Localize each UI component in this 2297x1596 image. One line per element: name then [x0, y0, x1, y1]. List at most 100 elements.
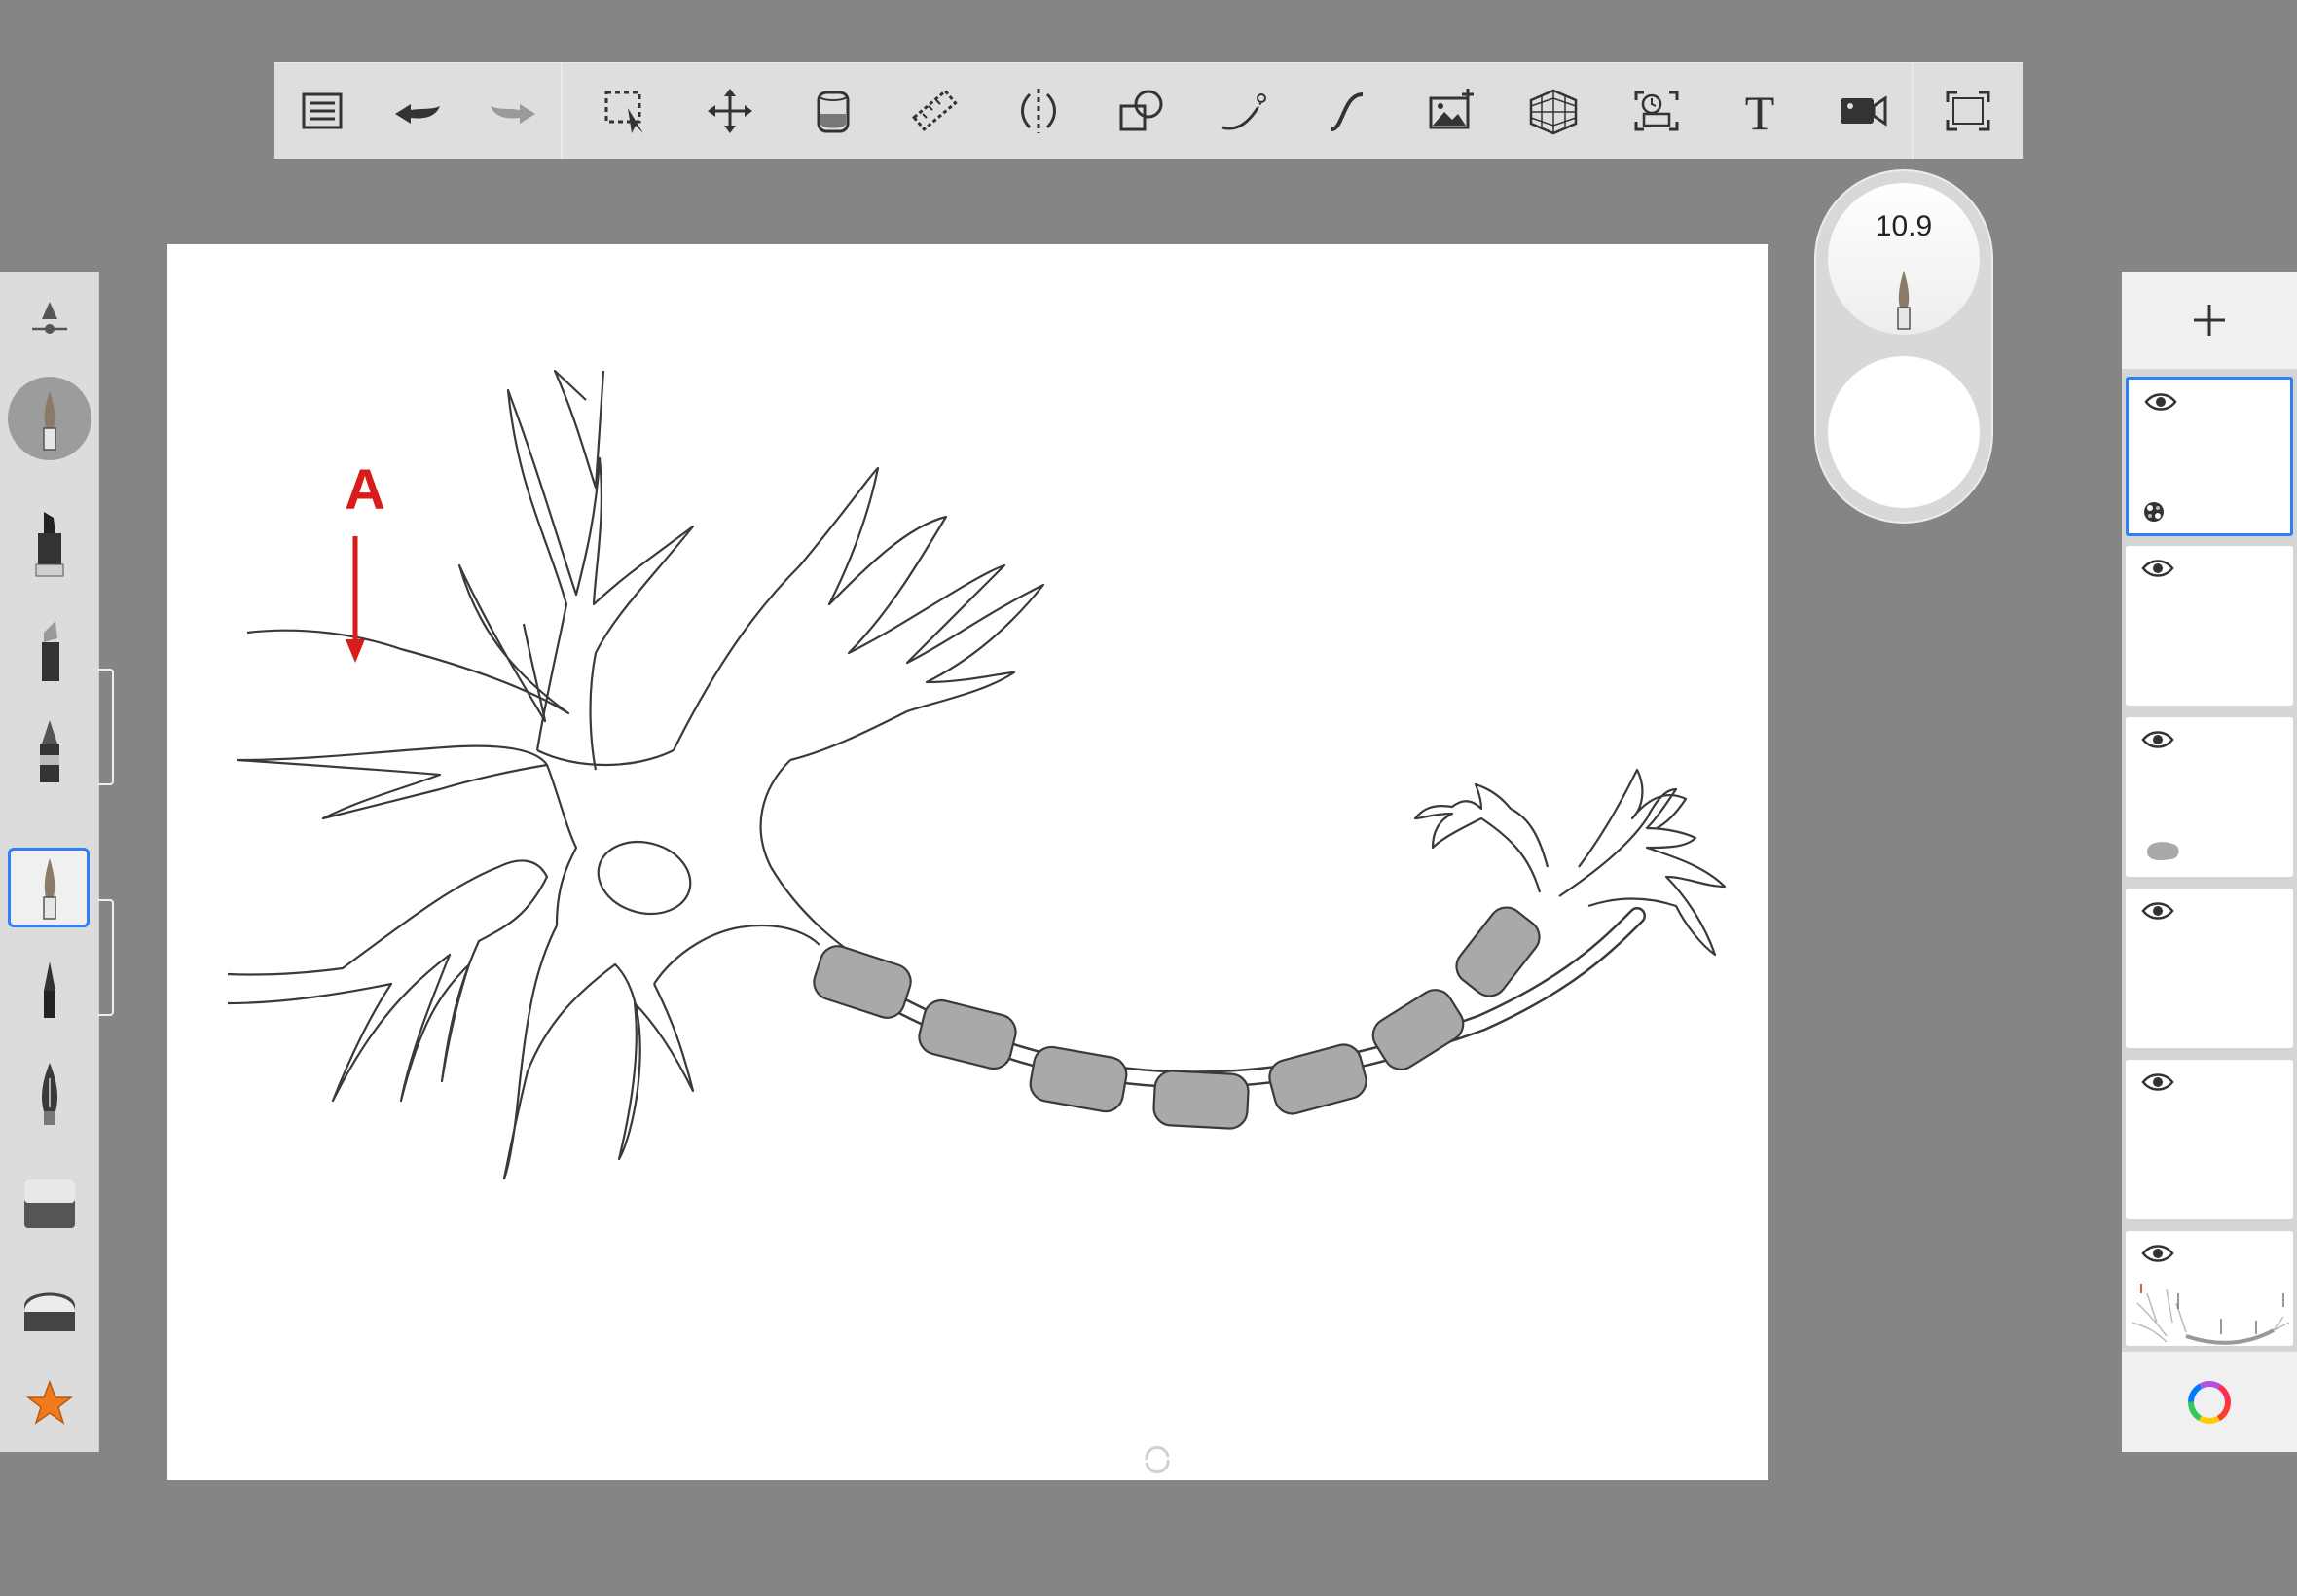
annotation-arrow-head — [346, 639, 365, 663]
add-layer-button[interactable] — [2122, 272, 2297, 369]
color-wheel-icon — [2188, 1380, 2231, 1424]
toolbar-tools-group: T — [563, 63, 1912, 159]
brush-opacity-puck[interactable] — [1828, 356, 1980, 508]
myelin-segment — [918, 998, 1017, 1070]
selection-button[interactable] — [596, 80, 658, 142]
neuron-drawing — [227, 369, 1727, 1180]
time-lapse-icon — [1634, 91, 1679, 131]
sync-icon — [1145, 1445, 1170, 1474]
plus-icon — [2194, 305, 2225, 336]
stroke-ruler-icon — [1221, 93, 1266, 130]
brush-group-bracket — [98, 899, 114, 1016]
ruler-button[interactable] — [904, 80, 966, 142]
soft-eraser-tool[interactable] — [0, 1264, 98, 1352]
myelin-segment — [813, 945, 912, 1019]
eye-icon[interactable] — [2141, 1071, 2174, 1093]
paintbrush-tool[interactable] — [0, 844, 98, 931]
transform-icon — [707, 89, 752, 133]
redo-icon — [491, 104, 535, 124]
drawing-canvas[interactable]: A — [167, 244, 1768, 1480]
active-brush-preview[interactable] — [0, 373, 98, 460]
layer-thumbnail[interactable] — [2126, 1231, 2293, 1346]
layer-thumbnail[interactable] — [2126, 546, 2293, 706]
soma-outline — [536, 749, 869, 985]
time-lapse-button[interactable] — [1625, 80, 1688, 142]
fineliner-icon — [43, 961, 55, 1018]
paintbrush-icon — [1897, 271, 1911, 330]
fullscreen-icon — [1946, 91, 1990, 131]
transform-button[interactable] — [699, 80, 761, 142]
favorites-star-icon — [25, 1379, 73, 1425]
curve-icon — [1331, 92, 1364, 131]
axon-terminal-top — [1578, 768, 1688, 868]
chisel-marker-icon — [41, 621, 59, 681]
ink-pen-tool[interactable] — [0, 1050, 98, 1138]
fill-bucket-icon — [817, 91, 850, 133]
myelin-segment — [1029, 1045, 1128, 1113]
brush-puck[interactable]: 10.9 — [1814, 169, 1993, 524]
chisel-marker-tool[interactable] — [0, 604, 98, 692]
dendrite-lower-left — [227, 859, 549, 1103]
text-tool-glyph: T — [1745, 86, 1775, 137]
fineliner-tool[interactable] — [0, 943, 98, 1031]
symmetry-button[interactable] — [1007, 80, 1070, 142]
toolbar-view-group — [1912, 63, 2023, 159]
image-import-button[interactable] — [1420, 80, 1482, 142]
paintbrush-icon — [42, 391, 56, 451]
top-toolbar: T — [274, 62, 2023, 159]
shape-button[interactable] — [1111, 80, 1173, 142]
brush-properties-icon — [31, 302, 67, 334]
undo-button[interactable] — [386, 80, 449, 142]
fullscreen-button[interactable] — [1937, 80, 1999, 142]
ruler-icon — [912, 89, 959, 131]
favorites-tool[interactable] — [0, 1358, 98, 1445]
annotation-label: A — [345, 458, 385, 522]
myelin-segment — [1268, 1043, 1367, 1115]
neuron-layer-preview — [2131, 1284, 2290, 1345]
perspective-grid-button[interactable] — [1522, 80, 1585, 142]
brush-size-value: 10.9 — [1875, 210, 1933, 242]
nucleus — [597, 840, 692, 916]
fill-button[interactable] — [802, 80, 864, 142]
dendrite-left-middle — [237, 744, 549, 820]
stroke-ruler-button[interactable] — [1214, 80, 1276, 142]
layer-content-preview — [2147, 842, 2179, 861]
perspective-grid-icon — [1530, 89, 1578, 135]
redo-button[interactable] — [482, 80, 544, 142]
brush-group-bracket — [98, 669, 114, 785]
text-button[interactable]: T — [1729, 80, 1791, 142]
toolbar-history-group — [274, 63, 563, 159]
layer-thumbnail[interactable] — [2126, 377, 2293, 536]
layer-list-button[interactable] — [291, 80, 353, 142]
dendrite-bottom — [502, 925, 695, 1180]
dendrite-top-branch — [506, 388, 695, 771]
curve-button[interactable] — [1317, 80, 1379, 142]
layer-panel — [2122, 272, 2297, 1452]
marker-tool[interactable] — [0, 499, 98, 587]
axon-terminal-lower — [1558, 787, 1727, 957]
eye-icon[interactable] — [2141, 1243, 2174, 1264]
axon-terminal-upper — [1413, 782, 1550, 893]
color-picker-button[interactable] — [2122, 1352, 2297, 1452]
ballpoint-pen-icon — [39, 720, 59, 782]
brush-size-puck[interactable]: 10.9 — [1828, 183, 1980, 335]
myelin-segment — [1152, 1070, 1250, 1130]
layer-thumbnail[interactable] — [2126, 1060, 2293, 1219]
eye-icon[interactable] — [2141, 558, 2174, 579]
eraser-icon — [23, 1179, 75, 1228]
ballpoint-pen-tool[interactable] — [0, 707, 98, 795]
eraser-tool[interactable] — [0, 1157, 98, 1245]
shape-icon — [1119, 90, 1163, 131]
eye-icon[interactable] — [2141, 900, 2174, 922]
dendrite-top-stalk — [553, 369, 605, 490]
brush-properties-button[interactable] — [0, 272, 98, 359]
eye-icon[interactable] — [2141, 729, 2174, 750]
layer-thumbnail[interactable] — [2126, 717, 2293, 877]
soft-eraser-icon — [23, 1292, 75, 1331]
record-video-button[interactable] — [1832, 80, 1894, 142]
undo-icon — [395, 104, 440, 124]
layer-list-icon — [302, 92, 343, 129]
text-icon: T — [1745, 86, 1775, 137]
eye-icon[interactable] — [2144, 391, 2177, 413]
layer-thumbnail[interactable] — [2126, 889, 2293, 1048]
